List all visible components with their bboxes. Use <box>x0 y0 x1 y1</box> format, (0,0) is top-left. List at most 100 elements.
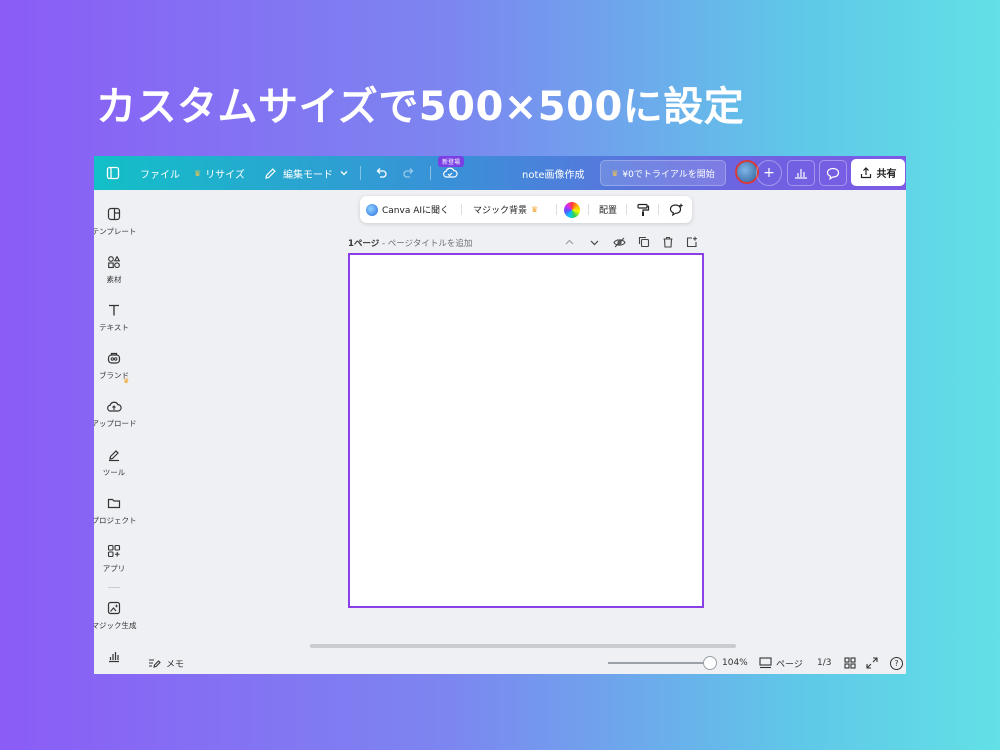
sidebar-item-label: ツール <box>102 468 126 477</box>
fullscreen-button[interactable] <box>866 652 878 674</box>
sidebar-divider <box>108 587 120 588</box>
undo-button[interactable] <box>374 156 388 190</box>
add-collaborator-button[interactable]: + <box>756 160 782 186</box>
trash-icon <box>663 236 673 248</box>
help-icon: ? <box>890 656 903 670</box>
start-trial-label: ¥0でトライアルを開始 <box>622 169 715 180</box>
page-header[interactable]: 1ページ - ページタイトルを追加 <box>348 237 472 249</box>
sidebar-item-tools[interactable]: ツール <box>94 447 134 478</box>
paint-roller-icon <box>637 203 650 216</box>
horizontal-scrollbar[interactable] <box>310 644 736 648</box>
magic-background-button[interactable]: マジック背景 ♛ <box>473 196 538 223</box>
pages-label: ページ <box>776 659 803 670</box>
cloud-save-button[interactable] <box>442 156 458 190</box>
apps-icon <box>106 543 122 559</box>
sidebar-item-magic-generate[interactable]: マジック生成 <box>94 600 137 631</box>
sidebar-item-more[interactable] <box>94 648 134 668</box>
sidebar-item-upload[interactable]: アップロード <box>94 398 137 429</box>
comment-add-icon <box>669 203 683 216</box>
start-trial-button[interactable]: ♛ ¥0でトライアルを開始 <box>600 160 726 186</box>
notes-button[interactable]: メモ <box>148 652 184 674</box>
divider <box>360 156 361 190</box>
magic-background-label: マジック背景 <box>473 206 528 216</box>
sidebar-item-text[interactable]: テキスト <box>94 302 134 333</box>
sidebar-item-brand[interactable]: ブランド <box>94 350 134 381</box>
sidebar-item-label: プロジェクト <box>94 516 137 525</box>
arrange-button[interactable]: 配置 <box>599 196 617 223</box>
folder-icon <box>106 495 122 511</box>
sidebar-item-label: アプリ <box>102 564 126 573</box>
page-down-button[interactable] <box>589 235 600 249</box>
file-menu[interactable]: ファイル <box>140 156 180 190</box>
canva-ai-label: Canva AIに聞く <box>382 206 450 216</box>
add-page-icon <box>686 236 697 248</box>
share-icon <box>860 166 871 178</box>
page-counter[interactable]: 1/3 <box>817 652 831 674</box>
delete-page-button[interactable] <box>662 235 674 249</box>
divider <box>626 204 627 215</box>
chevron-down-icon <box>340 171 348 176</box>
pencil-icon <box>265 167 276 179</box>
pages-button[interactable]: ページ <box>759 652 803 674</box>
sidebar-item-label: 素材 <box>106 275 122 284</box>
sidebar-toggle-button[interactable] <box>106 156 120 190</box>
redo-button[interactable] <box>402 156 416 190</box>
sidebar-item-templates[interactable]: テンプレート <box>94 206 137 237</box>
magic-generate-icon <box>106 600 122 616</box>
left-sidebar: テンプレート 素材 テキスト ♛ ブランド アップロード ツール プロジェクト <box>94 190 137 674</box>
page-title-input[interactable]: - ページタイトルを追加 <box>382 239 472 249</box>
duplicate-icon <box>638 236 650 248</box>
redo-icon <box>403 168 414 178</box>
chevron-up-icon <box>565 239 574 244</box>
add-page-button[interactable] <box>686 235 698 249</box>
share-button[interactable]: 共有 <box>851 159 905 186</box>
divider <box>461 204 462 215</box>
duplicate-page-button[interactable] <box>638 235 650 249</box>
comments-button[interactable] <box>819 160 847 186</box>
copy-style-button[interactable] <box>636 196 650 223</box>
sidebar-item-apps[interactable]: アプリ <box>94 543 134 574</box>
document-title-label: note画像作成 <box>522 169 585 181</box>
tool-icon <box>106 447 122 463</box>
zoom-slider-track[interactable] <box>608 662 716 664</box>
resize-button[interactable]: ♛ リサイズ <box>194 156 245 190</box>
cloud-check-icon <box>443 167 458 178</box>
bar-chart-icon <box>795 169 807 179</box>
divider <box>556 204 557 215</box>
page-up-button[interactable] <box>564 235 575 249</box>
add-comment-button[interactable] <box>669 196 684 223</box>
template-icon <box>106 206 122 222</box>
upload-icon <box>106 398 122 414</box>
text-icon <box>106 302 122 318</box>
headline: カスタムサイズで500×500に設定 <box>96 84 745 130</box>
crown-icon: ♛ <box>194 168 202 178</box>
arrange-label: 配置 <box>599 206 618 216</box>
canva-editor-window: ファイル ♛ リサイズ 編集モード 新登場 note画像作成 ♛ ¥0でトライア… <box>94 156 906 674</box>
eye-off-icon <box>613 237 626 247</box>
zoom-slider-handle[interactable] <box>703 656 717 670</box>
bottom-bar: メモ 104% ページ 1/3 ? <box>134 652 906 674</box>
page-number-label: 1ページ <box>348 239 380 249</box>
sidebar-item-label: テキスト <box>99 323 129 332</box>
notes-icon <box>149 659 161 668</box>
sidebar-item-label: テンプレート <box>94 227 137 236</box>
sidebar-item-elements[interactable]: 素材 <box>94 254 134 285</box>
background-color-button[interactable] <box>564 196 580 223</box>
grid-view-button[interactable] <box>844 652 856 674</box>
sidebar-item-label: マジック生成 <box>94 621 137 630</box>
help-button[interactable]: ? <box>890 652 903 674</box>
edit-mode-label: 編集モード <box>283 169 333 181</box>
comment-icon <box>826 167 840 180</box>
page-counter-value: 1/3 <box>817 658 832 668</box>
zoom-level[interactable]: 104% <box>722 652 748 674</box>
design-canvas[interactable] <box>348 253 704 608</box>
divider <box>588 204 589 215</box>
canva-ai-button[interactable]: Canva AIに聞く <box>366 196 449 223</box>
divider <box>430 156 431 190</box>
undo-icon <box>376 168 387 178</box>
hide-page-button[interactable] <box>613 235 626 249</box>
document-title[interactable]: note画像作成 <box>522 156 585 190</box>
sidebar-item-projects[interactable]: プロジェクト <box>94 495 137 526</box>
edit-mode-dropdown[interactable]: 編集モード <box>264 156 349 190</box>
insights-button[interactable] <box>787 160 815 186</box>
